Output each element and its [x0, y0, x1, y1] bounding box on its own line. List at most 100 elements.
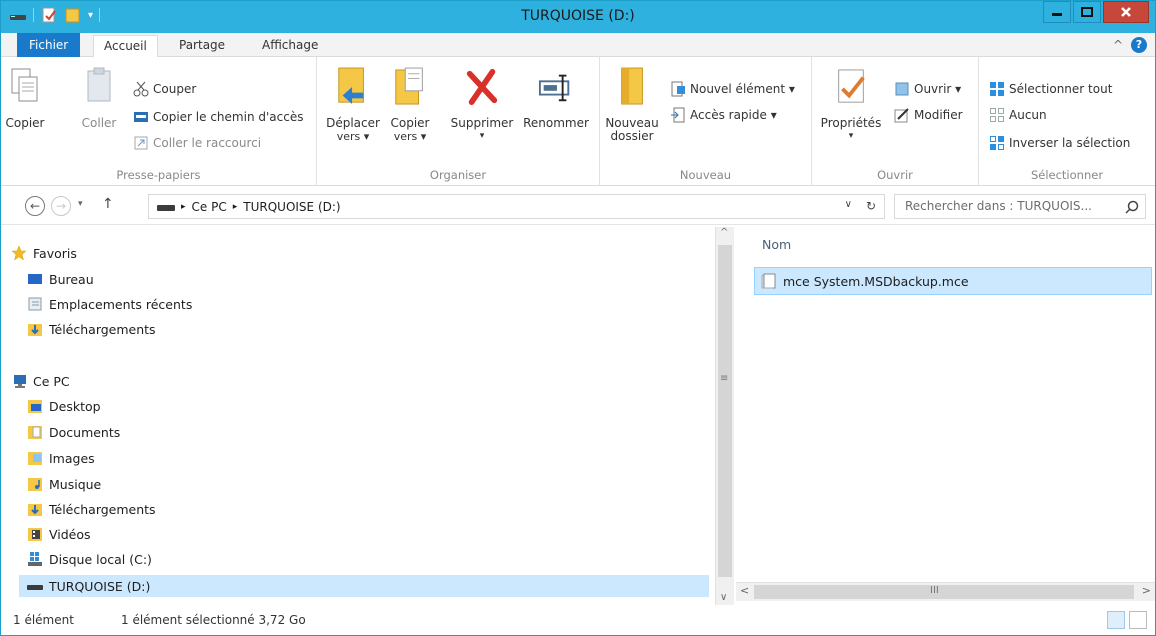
minimize-button[interactable] [1043, 1, 1071, 23]
nav-item-desktop-fav[interactable]: Bureau [27, 271, 94, 287]
edit-button[interactable]: Modifier [894, 105, 963, 125]
move-to-button[interactable]: Déplacer vers ▾ [323, 65, 383, 143]
invert-selection-button[interactable]: Inverser la sélection [989, 133, 1130, 153]
videos-icon [27, 526, 43, 542]
new-folder-button[interactable]: Nouveau dossier [604, 65, 660, 143]
select-none-button[interactable]: Aucun [989, 105, 1047, 125]
breadcrumb-separator-icon[interactable]: ▸ [233, 202, 238, 212]
documents-icon [27, 424, 43, 440]
invert-selection-label: Inverser la sélection [1009, 136, 1131, 150]
nav-item-music[interactable]: Musique [27, 476, 101, 492]
drive-icon [27, 578, 43, 594]
nav-label: TURQUOISE (D:) [49, 578, 151, 594]
easy-access-label: Accès rapide ▾ [690, 108, 777, 122]
address-actions: ∨ ↻ [845, 199, 876, 213]
collapse-ribbon-icon[interactable]: ^ [1113, 38, 1123, 52]
open-button[interactable]: Ouvrir ▾ [894, 79, 961, 99]
nav-item-this-pc[interactable]: Ce PC [11, 373, 70, 389]
nav-item-downloads[interactable]: Téléchargements [27, 501, 156, 517]
search-placeholder: Rechercher dans : TURQUOIS... [905, 199, 1092, 213]
nav-item-images[interactable]: Images [27, 450, 95, 466]
nav-label: Ce PC [33, 373, 70, 389]
file-icon [761, 273, 777, 289]
file-item[interactable]: mce System.MSDbackup.mce [754, 267, 1152, 295]
cut-button[interactable]: Couper [133, 79, 196, 99]
scroll-up-icon[interactable]: ^ [720, 227, 728, 238]
properties-dropdown-icon[interactable]: ▾ [849, 130, 854, 143]
breadcrumb-separator-icon[interactable]: ▸ [181, 202, 186, 212]
tab-view[interactable]: Affichage [252, 35, 328, 57]
easy-access-button[interactable]: Accès rapide ▾ [670, 105, 777, 125]
properties-icon [833, 65, 869, 109]
tab-file[interactable]: Fichier [17, 33, 81, 57]
tab-home[interactable]: Accueil [93, 35, 158, 58]
search-icon[interactable] [1125, 199, 1139, 222]
copy-path-button[interactable]: Copier le chemin d'accès [133, 107, 303, 127]
nav-item-favorites[interactable]: Favoris [11, 245, 77, 261]
column-header-name[interactable]: Nom [762, 237, 791, 252]
recent-locations-icon[interactable]: ▾ [78, 199, 83, 209]
close-button[interactable] [1103, 1, 1149, 23]
nav-item-turquoise[interactable]: TURQUOISE (D:) [19, 575, 709, 597]
nav-item-desktop[interactable]: Desktop [27, 398, 101, 414]
search-input[interactable]: Rechercher dans : TURQUOIS... [894, 194, 1146, 219]
copy-button[interactable]: Copier [5, 65, 45, 130]
scroll-thumb[interactable]: III [754, 585, 1134, 599]
copy-to-button[interactable]: Copier vers ▾ [385, 65, 435, 143]
scroll-right-icon[interactable]: > [1142, 584, 1151, 597]
scroll-left-icon[interactable]: < [740, 584, 749, 597]
explorer-window: ▾ TURQUOISE (D:) Fichier Accueil Partage… [0, 0, 1156, 636]
properties-button[interactable]: Propriétés ▾ [818, 65, 884, 143]
scissors-icon [133, 81, 149, 97]
star-icon [11, 245, 27, 261]
tab-share[interactable]: Partage [169, 35, 235, 57]
copy-to-label-1: Copier [390, 116, 430, 130]
delete-button[interactable]: Supprimer ▾ [447, 65, 517, 143]
nav-label: Desktop [49, 398, 101, 414]
select-all-button[interactable]: Sélectionner tout [989, 79, 1112, 99]
title-bar[interactable]: ▾ TURQUOISE (D:) [1, 1, 1155, 33]
back-arrow-icon: ← [29, 199, 41, 213]
select-none-icon [989, 107, 1005, 123]
edit-icon [894, 107, 910, 123]
group-label-organize: Organiser [429, 168, 487, 182]
address-bar[interactable]: ▸ Ce PC ▸ TURQUOISE (D:) ∨ ↻ [148, 194, 885, 219]
nav-label: Images [49, 450, 95, 466]
address-dropdown-icon[interactable]: ∨ [845, 199, 852, 213]
group-label-open: Ouvrir [877, 168, 913, 182]
paste-shortcut-button[interactable]: Coller le raccourci [133, 133, 261, 153]
move-to-label-2: vers ▾ [336, 130, 370, 143]
scroll-down-icon[interactable]: ∨ [720, 592, 727, 603]
help-icon[interactable]: ? [1131, 37, 1147, 53]
delete-dropdown-icon[interactable]: ▾ [480, 130, 485, 143]
scroll-thumb[interactable]: ≡ [718, 245, 732, 577]
breadcrumb-drive[interactable]: TURQUOISE (D:) [243, 200, 340, 214]
content-horizontal-scrollbar[interactable]: < III > [736, 582, 1155, 601]
drive-icon [157, 204, 175, 211]
new-item-button[interactable]: Nouvel élément ▾ [670, 79, 795, 99]
nav-vertical-scrollbar[interactable]: ^ ≡ ∨ [715, 227, 734, 605]
details-view-icon[interactable] [1107, 611, 1125, 629]
up-arrow-icon[interactable]: ↑ [102, 196, 114, 212]
delete-icon [464, 65, 500, 109]
rename-button[interactable]: Renommer [521, 65, 591, 130]
back-button[interactable]: ← [25, 196, 45, 216]
nav-item-downloads-fav[interactable]: Téléchargements [27, 321, 156, 337]
file-name: mce System.MSDbackup.mce [783, 273, 969, 289]
nav-item-recent[interactable]: Emplacements récents [27, 296, 192, 312]
paste-button[interactable]: Coller [79, 65, 119, 130]
nav-label: Emplacements récents [49, 296, 193, 312]
maximize-button[interactable] [1073, 1, 1101, 23]
nav-item-local-disk[interactable]: Disque local (C:) [27, 551, 152, 567]
nav-label: Vidéos [49, 526, 91, 542]
large-icons-view-icon[interactable] [1129, 611, 1147, 629]
group-label-clipboard: Presse-papiers [116, 168, 201, 182]
breadcrumb-pc[interactable]: Ce PC [192, 200, 227, 214]
view-switcher [1107, 611, 1147, 629]
downloads-icon [27, 321, 43, 337]
refresh-icon[interactable]: ↻ [866, 199, 876, 213]
nav-item-documents[interactable]: Documents [27, 424, 120, 440]
forward-button[interactable]: → [51, 196, 71, 216]
nav-item-videos[interactable]: Vidéos [27, 526, 91, 542]
easy-access-icon [670, 107, 686, 123]
